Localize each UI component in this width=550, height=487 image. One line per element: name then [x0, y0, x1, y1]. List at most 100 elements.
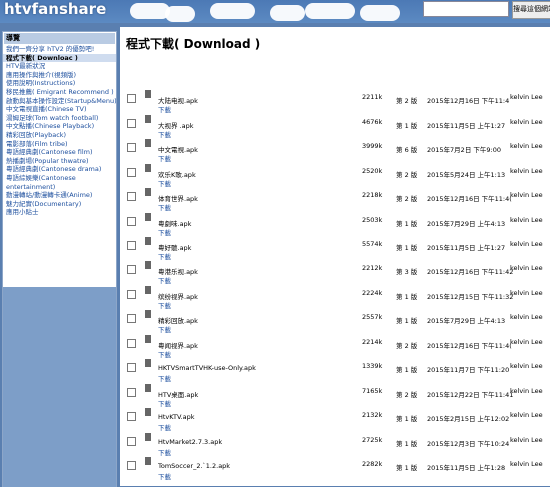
file-author[interactable]: kelvin Lee: [510, 289, 543, 297]
sidebar-item[interactable]: 程式下載( Downloac ): [3, 53, 116, 63]
sidebar-item[interactable]: 應用小貼士: [3, 208, 116, 217]
cloud-decoration: [305, 3, 355, 19]
sidebar-item[interactable]: 電影部落(Film tribe): [3, 140, 116, 149]
file-row: 大视界 .apk 下載 4676k 第 1 版 2015年11月5日 上午1:27 kel…: [120, 114, 550, 139]
sidebar-item[interactable]: 粵語經典劇(Cantonese drama): [3, 165, 116, 174]
file-author[interactable]: kelvin Lee: [510, 142, 543, 150]
file-checkbox[interactable]: [127, 314, 136, 323]
file-date: 2015年12月16日 下午11:4(: [427, 342, 512, 350]
file-checkbox[interactable]: [127, 461, 136, 470]
sidebar-item[interactable]: 移民推薦( Emigrant Recommend ): [3, 88, 116, 97]
file-row: 粵闻视界.apk 下載 2214k 第 2 版 2015年12月16日 下午11:4(k…: [120, 334, 550, 359]
cloud-decoration: [130, 3, 170, 19]
file-version: 第 1 版: [396, 317, 418, 325]
file-checkbox[interactable]: [127, 143, 136, 152]
download-link[interactable]: 下載: [158, 153, 171, 163]
sidebar-item[interactable]: 動漫轉站/動漫轉卡通(Anime): [3, 191, 116, 200]
file-version: 第 1 版: [396, 415, 418, 423]
file-version: 第 1 版: [396, 220, 418, 228]
file-version: 第 1 版: [396, 366, 418, 374]
file-date: 2015年11月5日 上午1:27: [427, 122, 506, 130]
download-link[interactable]: 下載: [158, 202, 171, 212]
file-checkbox[interactable]: [127, 119, 136, 128]
file-date: 2015年7月2日 下午9:00: [427, 146, 501, 154]
file-checkbox[interactable]: [127, 437, 136, 446]
file-row: 大陆电视.apk 下載 2211k 第 2 版 2015年12月16日 下午11:4 ke…: [120, 89, 550, 114]
sidebar-item[interactable]: 熱播劇場(Popular thwatre): [3, 157, 116, 166]
file-size: 7165k: [362, 387, 383, 395]
cloud-decoration: [360, 5, 400, 21]
file-size: 4676k: [362, 118, 383, 126]
file-row: HKTVSmartTVHK-use-Only.apk 下載 1339k 第 1 版 20…: [120, 358, 550, 383]
file-checkbox[interactable]: [127, 265, 136, 274]
file-date: 2015年7月29日 上午4:13: [427, 317, 506, 325]
file-row: HtvKTV.apk 下載 2132k 第 1 版 2015年2月15日 上午12:02…: [120, 407, 550, 432]
sidebar-item[interactable]: 精彩回放(Playback): [3, 131, 116, 140]
file-date: 2015年12月3日 下午10:24: [427, 440, 510, 448]
file-author[interactable]: kelvin Lee: [510, 191, 543, 199]
file-size: 1339k: [362, 362, 383, 370]
download-link[interactable]: 下載: [158, 104, 171, 114]
download-link[interactable]: 下載: [158, 373, 171, 383]
file-author[interactable]: kelvin Lee: [510, 240, 543, 248]
sidebar-background: [3, 287, 116, 487]
file-checkbox[interactable]: [127, 94, 136, 103]
file-author[interactable]: kelvin Lee: [510, 216, 543, 224]
sidebar-item[interactable]: 應用操作與推介(視頻版): [3, 71, 116, 80]
file-size: 2557k: [362, 313, 383, 321]
file-checkbox[interactable]: [127, 290, 136, 299]
file-author[interactable]: kelvin Lee: [510, 411, 543, 419]
file-checkbox[interactable]: [127, 241, 136, 250]
file-row: HTV桌面.apk 下載 7165k 第 2 版 2015年12月22日 下午11:41…: [120, 383, 550, 408]
file-checkbox[interactable]: [127, 388, 136, 397]
sidebar-item[interactable]: 啟動與基本操作設定(Startup&Menu): [3, 97, 116, 106]
file-author[interactable]: kelvin Lee: [510, 387, 543, 395]
file-checkbox[interactable]: [127, 339, 136, 348]
file-author[interactable]: kelvin Lee: [510, 460, 543, 468]
file-version: 第 2 版: [396, 195, 418, 203]
file-size: 2725k: [362, 436, 383, 444]
file-icon: [145, 90, 151, 98]
sidebar-item[interactable]: 粵語綜娛樂(Cantonese entertainment): [3, 174, 116, 191]
file-name: TomSoccer_2.`1.2.apk: [158, 462, 231, 470]
file-author[interactable]: kelvin Lee: [510, 118, 543, 126]
search-button[interactable]: 搜尋這個網站: [512, 1, 550, 19]
sidebar-item[interactable]: 魅力紀實(Documentary): [3, 200, 116, 209]
file-icon: [145, 310, 151, 318]
file-date: 2015年12月15日 下午11:32: [427, 293, 514, 301]
file-author[interactable]: kelvin Lee: [510, 436, 543, 444]
site-logo[interactable]: htvfanshare: [4, 0, 106, 18]
file-row: 粵好聽.apk 下載 5574k 第 1 版 2015年11月5日 上午1:27 kelv…: [120, 236, 550, 261]
sidebar-item[interactable]: 中文電視直播(Chinese TV): [3, 105, 116, 114]
download-link[interactable]: 下載: [158, 471, 171, 481]
file-icon: [145, 261, 151, 269]
sidebar-item[interactable]: 湯姆足球(Tom watch football): [3, 114, 116, 123]
sidebar-item[interactable]: 我們一齊分享 hTV2 的優勢吧!: [3, 45, 116, 54]
file-row: 体育世界.apk 下載 2218k 第 2 版 2015年12月16日 下午11:4(k…: [120, 187, 550, 212]
file-row: 欢乐K歌.apk 下載 2520k 第 2 版 2015年5月24日 上午1:13 kel…: [120, 163, 550, 188]
file-size: 2224k: [362, 289, 383, 297]
sidebar-item[interactable]: 中文點播(Chinese Playback): [3, 122, 116, 131]
download-link[interactable]: 下載: [158, 275, 171, 285]
file-checkbox[interactable]: [127, 192, 136, 201]
file-checkbox[interactable]: [127, 412, 136, 421]
search-input[interactable]: [423, 1, 509, 17]
file-author[interactable]: kelvin Lee: [510, 338, 543, 346]
download-link[interactable]: 下載: [158, 324, 171, 334]
file-icon: [145, 457, 151, 465]
file-author[interactable]: kelvin Lee: [510, 264, 543, 272]
file-icon: [145, 164, 151, 172]
file-author[interactable]: kelvin Lee: [510, 362, 543, 370]
file-date: 2015年12月16日 下午11:42: [427, 268, 514, 276]
file-author[interactable]: kelvin Lee: [510, 313, 543, 321]
file-checkbox[interactable]: [127, 217, 136, 226]
file-row: HtvMarket2.7.3.apk 下載 2725k 第 1 版 2015年12月3日…: [120, 432, 550, 457]
sidebar-item[interactable]: HTV最新狀況: [3, 62, 116, 71]
download-link[interactable]: 下載: [158, 422, 171, 432]
sidebar-item[interactable]: 粵語經典劇(Cantonese film): [3, 148, 116, 157]
file-author[interactable]: kelvin Lee: [510, 167, 543, 175]
sidebar-item[interactable]: 使用說明(Instructions): [3, 79, 116, 88]
file-checkbox[interactable]: [127, 363, 136, 372]
file-checkbox[interactable]: [127, 168, 136, 177]
file-author[interactable]: kelvin Lee: [510, 93, 543, 101]
